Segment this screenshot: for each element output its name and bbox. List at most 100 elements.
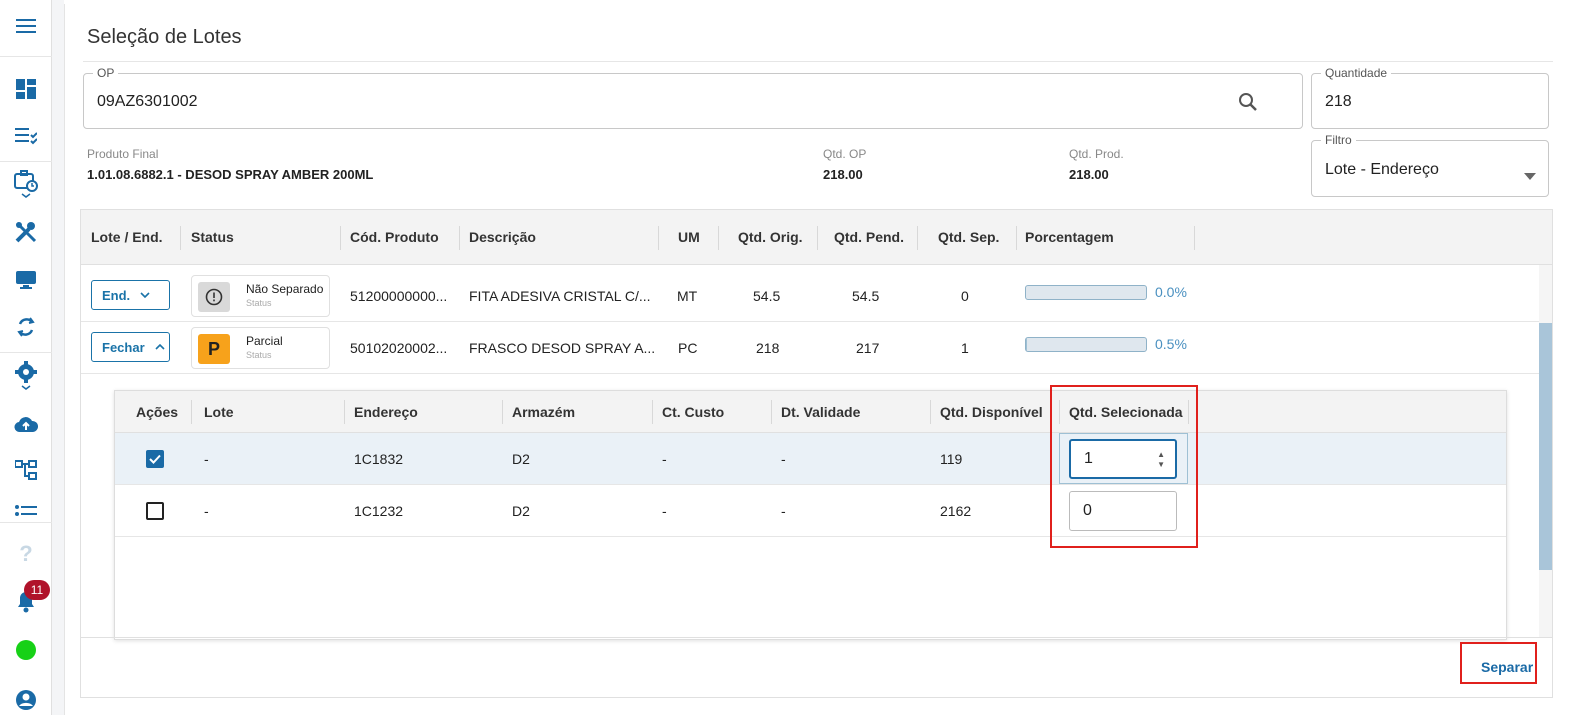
briefcase-clock-icon[interactable]: [12, 170, 40, 198]
cell-ct-custo: -: [662, 451, 667, 467]
cell-endereco: 1C1232: [354, 503, 404, 519]
status-partial-icon: P: [198, 334, 230, 364]
menu-icon[interactable]: [12, 12, 40, 40]
op-label: OP: [93, 66, 119, 80]
op-field[interactable]: OP 09AZ6301002: [83, 66, 1303, 129]
subcol-qtd-disponivel[interactable]: Qtd. Disponível: [940, 404, 1043, 420]
subcol-lote[interactable]: Lote: [204, 404, 234, 420]
progress-bar: [1025, 337, 1147, 352]
cell-qtd-orig: 218: [756, 340, 780, 356]
produto-final-value: 1.01.08.6882.1 - DESOD SPRAY AMBER 200ML: [87, 167, 374, 182]
col-qtd-pend[interactable]: Qtd. Pend.: [834, 229, 904, 245]
cell-dt-validade: -: [781, 503, 786, 519]
cell-qtd-pend: 54.5: [852, 288, 880, 304]
cell-um: MT: [677, 288, 698, 304]
cell-codigo: 51200000000...: [350, 288, 448, 304]
col-qtd-orig[interactable]: Qtd. Orig.: [738, 229, 803, 245]
status-card: Não Separado Status: [191, 275, 330, 317]
subcol-armazem[interactable]: Armazém: [512, 404, 575, 420]
subcol-acoes[interactable]: Ações: [136, 404, 178, 420]
user-account-icon[interactable]: [12, 686, 40, 714]
chevron-down-icon: [140, 292, 150, 298]
filtro-label: Filtro: [1321, 133, 1356, 147]
col-lote-end[interactable]: Lote / End.: [91, 229, 163, 245]
dashboard-icon[interactable]: [12, 75, 40, 103]
end-expand-button[interactable]: End.: [91, 280, 170, 310]
cell-porcentagem: 0.5%: [1155, 336, 1187, 352]
notification-badge: 11: [24, 580, 50, 600]
monitor-icon[interactable]: [12, 266, 40, 294]
status-subtitle: Status: [246, 298, 272, 308]
cell-porcentagem: 0.0%: [1155, 284, 1187, 300]
page-title: Seleção de Lotes: [87, 26, 242, 48]
sidebar-gutter: [52, 0, 64, 715]
checkmark-icon: [149, 454, 161, 464]
cell-descricao: FITA ADESIVA CRISTAL C/...: [469, 288, 651, 304]
subgrid-header: Ações Lote Endereço Armazém Ct. Custo Dt…: [115, 391, 1506, 433]
cell-endereco: 1C1832: [354, 451, 404, 467]
end-button-label: End.: [102, 287, 131, 303]
status-card: P Parcial Status: [191, 327, 330, 369]
cell-qtd-sep: 0: [961, 288, 969, 304]
col-status[interactable]: Status: [191, 229, 234, 245]
status-alert-icon: [198, 282, 230, 312]
sync-icon[interactable]: [12, 313, 40, 341]
progress-bar: [1025, 285, 1147, 300]
op-value: 09AZ6301002: [97, 93, 198, 110]
quantidade-field[interactable]: Quantidade 218: [1311, 66, 1549, 129]
qtd-op-label: Qtd. OP: [823, 147, 867, 161]
cell-qtd-disponivel: 2162: [940, 503, 972, 519]
chevron-up-icon: [155, 344, 165, 350]
dropdown-arrow-icon[interactable]: [1524, 167, 1536, 185]
filtro-value: Lote - Endereço: [1325, 161, 1439, 178]
grid-header: Lote / End. Status Cód. Produto Descriçã…: [81, 210, 1552, 265]
cell-lote: -: [204, 503, 209, 519]
title-divider: [83, 61, 1553, 62]
cell-lote: -: [204, 451, 209, 467]
sidebar: ? 11: [0, 0, 52, 715]
subcol-ct-custo[interactable]: Ct. Custo: [662, 404, 724, 420]
subgrid-row[interactable]: - 1C1832 D2 - - 119 1 ▲ ▼: [115, 433, 1506, 485]
quantidade-label: Quantidade: [1321, 66, 1392, 80]
qtd-prod-label: Qtd. Prod.: [1069, 147, 1124, 161]
cell-qtd-sep: 1: [961, 340, 969, 356]
cell-dt-validade: -: [781, 451, 786, 467]
table-row[interactable]: Fechar P Parcial Status 50102020002... F…: [81, 322, 1539, 374]
search-icon[interactable]: [1238, 92, 1258, 117]
col-qtd-sep[interactable]: Qtd. Sep.: [938, 229, 999, 245]
bullet-list-icon[interactable]: [12, 505, 40, 519]
cell-um: PC: [678, 340, 698, 356]
col-um[interactable]: UM: [678, 229, 700, 245]
cell-qtd-pend: 217: [856, 340, 880, 356]
hierarchy-icon[interactable]: [12, 456, 40, 484]
status-title: Não Separado: [246, 282, 324, 296]
subgrid-row[interactable]: - 1C1232 D2 - - 2162 0: [115, 485, 1506, 537]
table-row[interactable]: End. Não Separado Status 51200000000... …: [81, 270, 1539, 322]
row-checkbox[interactable]: [146, 502, 164, 520]
col-cod-produto[interactable]: Cód. Produto: [350, 229, 439, 245]
gear-icon[interactable]: [12, 361, 40, 390]
fechar-collapse-button[interactable]: Fechar: [91, 332, 170, 362]
tools-icon[interactable]: [12, 218, 40, 246]
subcol-endereco[interactable]: Endereço: [354, 404, 418, 420]
lotes-grid: Lote / End. Status Cód. Produto Descriçã…: [80, 209, 1553, 698]
progress-fill: [1026, 338, 1027, 351]
filtro-select[interactable]: Filtro Lote - Endereço: [1311, 133, 1549, 197]
col-descricao[interactable]: Descrição: [469, 229, 536, 245]
help-icon[interactable]: ?: [12, 540, 40, 568]
quantidade-value: 218: [1325, 93, 1352, 110]
produto-final-label: Produto Final: [87, 147, 159, 161]
cell-qtd-disponivel: 119: [940, 451, 963, 467]
highlight-separar: [1460, 642, 1537, 684]
cloud-upload-icon[interactable]: [12, 410, 40, 438]
row-checkbox[interactable]: [146, 450, 164, 468]
highlight-qtd-selecionada: [1050, 385, 1198, 548]
col-porcentagem[interactable]: Porcentagem: [1025, 229, 1114, 245]
cell-ct-custo: -: [662, 503, 667, 519]
cell-descricao: FRASCO DESOD SPRAY A...: [469, 340, 656, 356]
grid-footer-divider: [81, 637, 1552, 638]
list-check-icon[interactable]: [12, 122, 40, 150]
cell-qtd-orig: 54.5: [753, 288, 781, 304]
grid-scrollbar-thumb[interactable]: [1539, 323, 1552, 570]
subcol-dt-validade[interactable]: Dt. Validade: [781, 404, 860, 420]
